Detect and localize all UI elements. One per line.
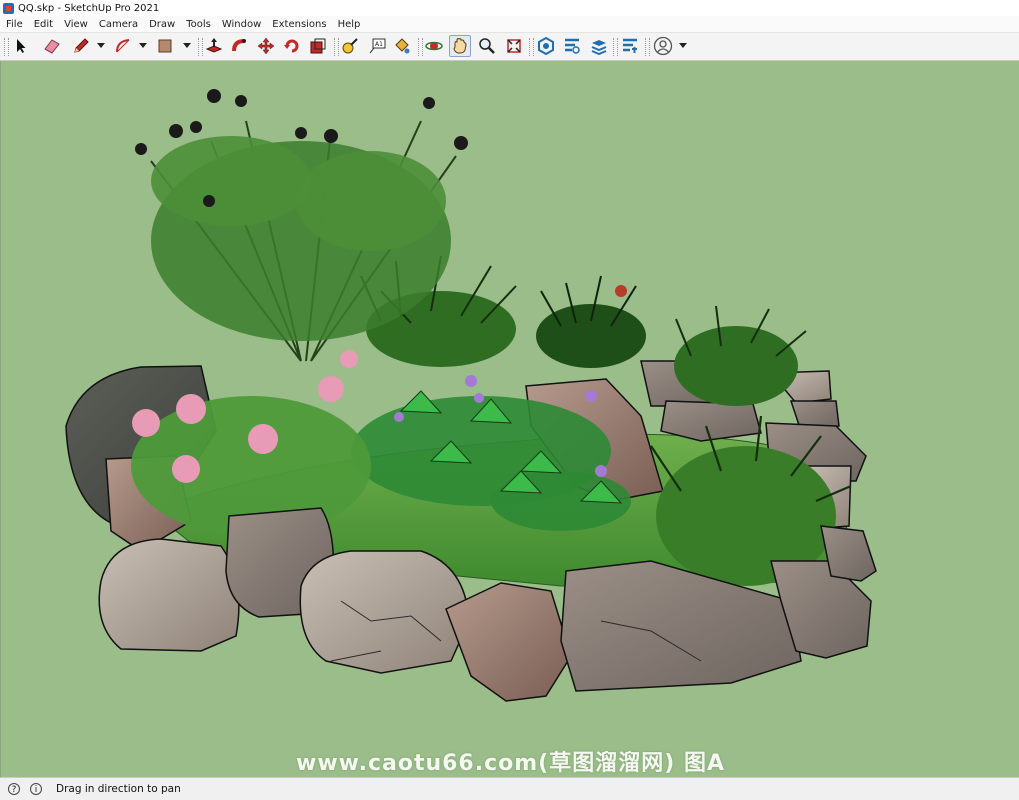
move-icon [257, 37, 275, 55]
menu-view[interactable]: View [58, 19, 93, 30]
scale-icon [310, 38, 326, 54]
zoom-extents-tool-button[interactable] [503, 35, 525, 57]
move-tool-button[interactable] [255, 35, 277, 57]
paint-bucket-icon [395, 38, 410, 54]
paint-bucket-tool-button[interactable] [391, 35, 413, 57]
zoom-tool-button[interactable] [476, 35, 498, 57]
rock [299, 550, 470, 674]
menu-edit[interactable]: Edit [28, 19, 58, 30]
status-bar: ? i Drag in direction to pan [0, 777, 1019, 800]
zoom-extents-icon [507, 39, 521, 53]
sketchup-logo-icon [3, 2, 14, 14]
follow-me-tool-button[interactable] [229, 35, 251, 57]
chevron-down-icon [183, 43, 191, 48]
orbit-tool-button[interactable] [423, 35, 445, 57]
rectangle-dropdown[interactable] [182, 41, 192, 51]
eraser-icon [44, 39, 60, 54]
menu-help[interactable]: Help [332, 19, 366, 30]
menu-draw[interactable]: Draw [143, 19, 180, 30]
pencil-tool-button[interactable] [70, 35, 92, 57]
geolocation-icon[interactable]: ? [8, 783, 20, 795]
toolbar-grip[interactable] [529, 38, 534, 56]
account-dropdown[interactable] [678, 41, 688, 51]
orbit-icon [425, 41, 443, 51]
follow-me-icon [232, 39, 246, 52]
rock [445, 582, 572, 702]
arc-dropdown[interactable] [138, 41, 148, 51]
arc-icon [116, 39, 130, 53]
scale-tool-button[interactable] [307, 35, 329, 57]
model-viewport[interactable]: www.caotu66.com(草图溜溜网) 图A [0, 61, 1019, 777]
arc-tool-button[interactable] [112, 35, 134, 57]
chevron-down-icon [97, 43, 105, 48]
zoom-icon [479, 38, 495, 54]
svg-text:A1: A1 [375, 41, 383, 48]
3d-warehouse-button[interactable] [535, 35, 557, 57]
window-title: QQ.skp - SketchUp Pro 2021 [18, 2, 160, 14]
extension-manager-icon [623, 38, 637, 53]
menu-window[interactable]: Window [216, 19, 266, 30]
rotate-tool-button[interactable] [281, 35, 303, 57]
text-tool-button[interactable]: A1 [366, 35, 388, 57]
extension-manager-button[interactable] [619, 35, 641, 57]
rectangle-tool-button[interactable] [154, 35, 176, 57]
chevron-down-icon [139, 43, 147, 48]
garden-rockery-model [65, 89, 877, 702]
select-icon [17, 39, 26, 53]
info-icon[interactable]: i [30, 783, 42, 795]
account-button[interactable] [652, 35, 674, 57]
eraser-tool-button[interactable] [41, 35, 63, 57]
3d-warehouse-icon [538, 37, 554, 55]
toolbar: A1 [0, 32, 1019, 61]
chevron-down-icon [679, 43, 687, 48]
layout-button[interactable] [588, 35, 610, 57]
menu-file[interactable]: File [0, 19, 28, 30]
layout-icon [591, 40, 607, 55]
watermark-text: www.caotu66.com(草图溜溜网) 图A [296, 751, 725, 776]
rock [660, 400, 762, 442]
pencil-icon [74, 38, 89, 53]
toolbar-grip[interactable] [613, 38, 618, 56]
pan-icon [453, 38, 467, 54]
select-tool-button[interactable] [10, 35, 32, 57]
rectangle-icon [158, 39, 172, 53]
push-pull-icon [205, 38, 223, 53]
rotate-icon [284, 39, 299, 53]
tape-measure-icon [342, 38, 358, 54]
toolbar-grip[interactable] [645, 38, 650, 56]
pencil-dropdown[interactable] [96, 41, 106, 51]
title-bar: QQ.skp - SketchUp Pro 2021 [0, 0, 1019, 16]
push-pull-tool-button[interactable] [203, 35, 225, 57]
rock [98, 538, 240, 652]
menu-extensions[interactable]: Extensions [266, 19, 331, 30]
status-message: Drag in direction to pan [56, 783, 181, 795]
text-icon: A1 [369, 38, 386, 54]
menu-bar: File Edit View Camera Draw Tools Window … [0, 16, 1019, 32]
extension-warehouse-icon [565, 38, 580, 54]
pan-tool-button[interactable] [449, 35, 471, 57]
menu-camera[interactable]: Camera [93, 19, 143, 30]
tape-measure-tool-button[interactable] [339, 35, 361, 57]
toolbar-grip[interactable] [4, 38, 9, 56]
menu-tools[interactable]: Tools [180, 19, 216, 30]
extension-warehouse-button[interactable] [561, 35, 583, 57]
account-icon [653, 36, 673, 56]
